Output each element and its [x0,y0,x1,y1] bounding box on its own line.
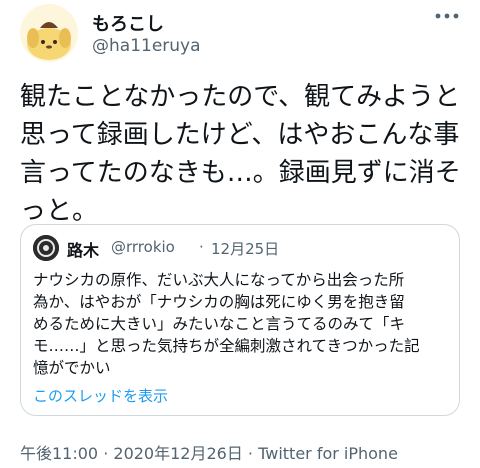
quote-text-line: めるために大きい」みたいなこと言うてるのみて「キ [33,315,406,333]
quote-text-line: ナウシカの原作、だいぶ大人になってから出会った所 [33,271,405,289]
quote-author-handle: @rrrokio [111,238,175,256]
quote-author-name: 路木 [67,241,100,260]
quote-text: ナウシカの原作、だいぶ大人になってから出会った所 為か、はやおが「ナウシカの胸は… [33,269,453,379]
tweet-header: もろこし @ha11eruya [20,4,460,64]
tweet-text-line: 観たことなかったので、観てみようと [20,82,461,112]
more-horizontal-icon[interactable] [434,8,460,22]
tweet-text-line: 思って録画したけど、はやおこんな事 [20,120,460,150]
quote-author-avatar[interactable] [33,235,59,261]
tweet-meta: 午後11:00 · 2020年12月26日 · Twitter for iPho… [20,440,398,464]
author-avatar[interactable] [20,4,78,62]
author-handle[interactable]: @ha11eruya [92,36,201,56]
quote-date[interactable]: 12月25日 [211,238,279,259]
author-display-name[interactable]: もろこし [92,10,164,36]
quote-author-avatar-icon [33,235,59,261]
quote-text-line: 憶がでかい [33,359,111,377]
tweet-text-line: 言ってたのなきも…。録画見ずに消そ [20,158,461,188]
meta-separator: · [98,444,114,463]
tweet-source[interactable]: Twitter for iPhone [258,444,398,463]
quote-text-line: 為か、はやおが「ナウシカの胸は死にゆく男を抱き留 [33,293,405,311]
meta-separator: · [242,444,259,463]
pompompurin-avatar-icon [20,4,78,62]
quoted-tweet-card[interactable]: 路木 @rrrokio · 12月25日 ナウシカの原作、だいぶ大人になってから… [20,224,460,416]
tweet-time[interactable]: 午後11:00 [20,444,98,463]
tweet-text: 観たことなかったので、観てみようと 思って録画したけど、はやおこんな事 言ってた… [20,78,470,230]
show-thread-link[interactable]: このスレッドを表示 [33,385,168,406]
tweet-date[interactable]: 2020年12月26日 [113,444,242,463]
quote-separator: · [199,238,204,256]
quote-text-line: モ……」と思った気持ちが全編刺激されてきつかった記 [33,337,420,355]
